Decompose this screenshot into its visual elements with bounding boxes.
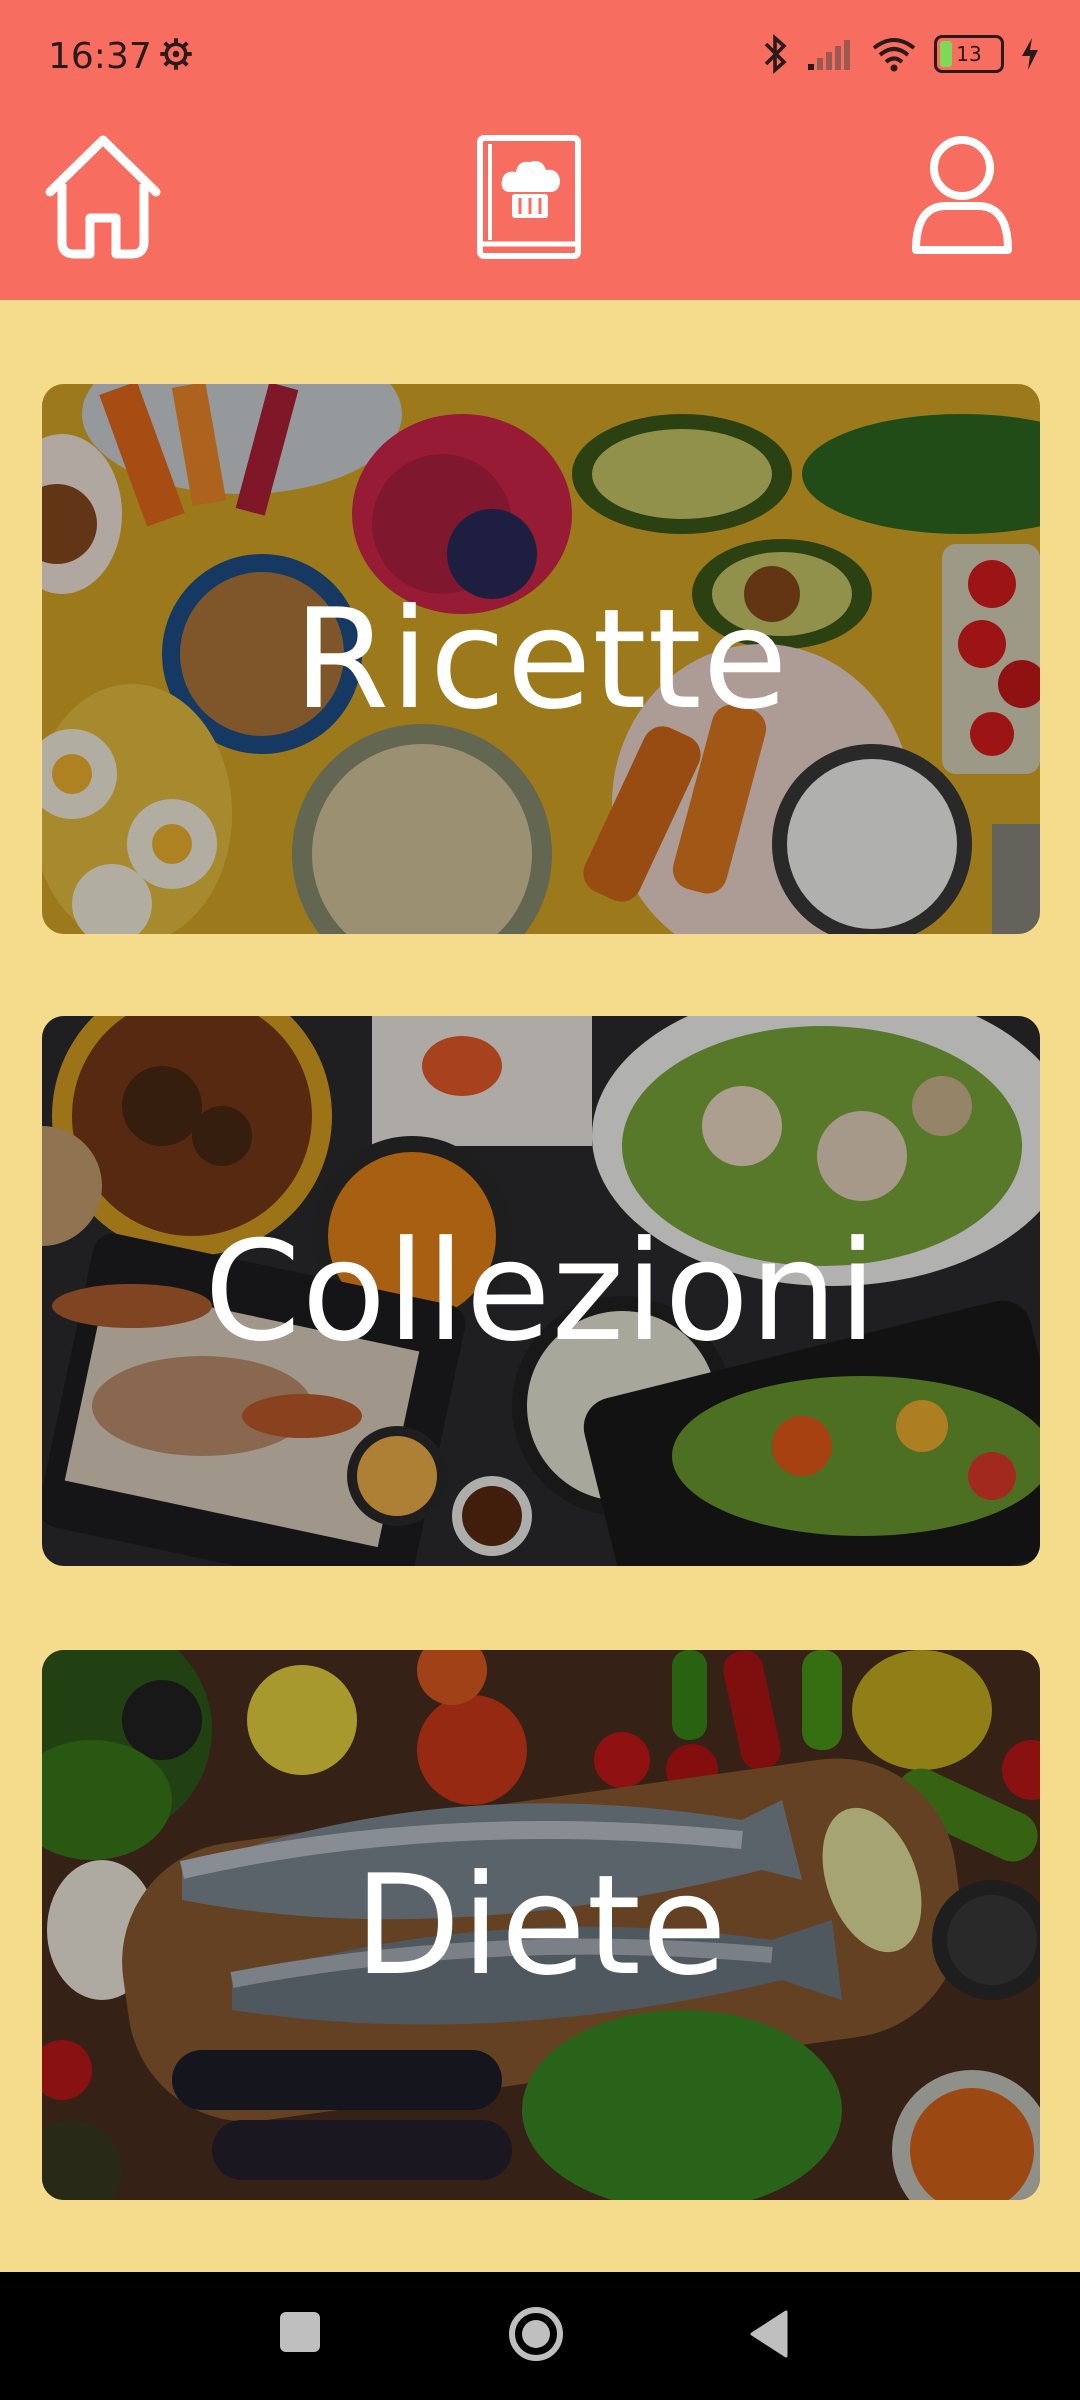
diets-card-title: Diete [354, 1844, 728, 2006]
wifi-icon [872, 38, 916, 72]
status-time: 16:37 [48, 36, 152, 77]
recipes-card[interactable]: Ricette [42, 384, 1040, 934]
app-header: 16:37 13 [0, 0, 1080, 300]
battery-level: 13 [956, 42, 982, 66]
bluetooth-icon [764, 34, 787, 74]
signal-icon [808, 40, 850, 70]
recipes-card-title: Ricette [293, 578, 789, 740]
recipe-book-icon[interactable] [474, 132, 584, 262]
profile-icon[interactable] [910, 132, 1014, 260]
home-circle-icon[interactable] [508, 2306, 564, 2362]
status-bar: 16:37 13 [0, 0, 1080, 118]
diets-card[interactable]: Diete [42, 1650, 1040, 2200]
recents-square-icon[interactable] [280, 2312, 320, 2352]
battery-icon: 13 [934, 35, 1004, 73]
settings-icon [160, 38, 192, 70]
charging-icon [1022, 38, 1038, 70]
back-triangle-icon[interactable] [748, 2310, 788, 2358]
system-nav-bar [0, 2272, 1080, 2400]
collections-card[interactable]: Collezioni [42, 1016, 1040, 1566]
collections-card-title: Collezioni [204, 1210, 878, 1372]
home-icon[interactable] [40, 130, 166, 260]
